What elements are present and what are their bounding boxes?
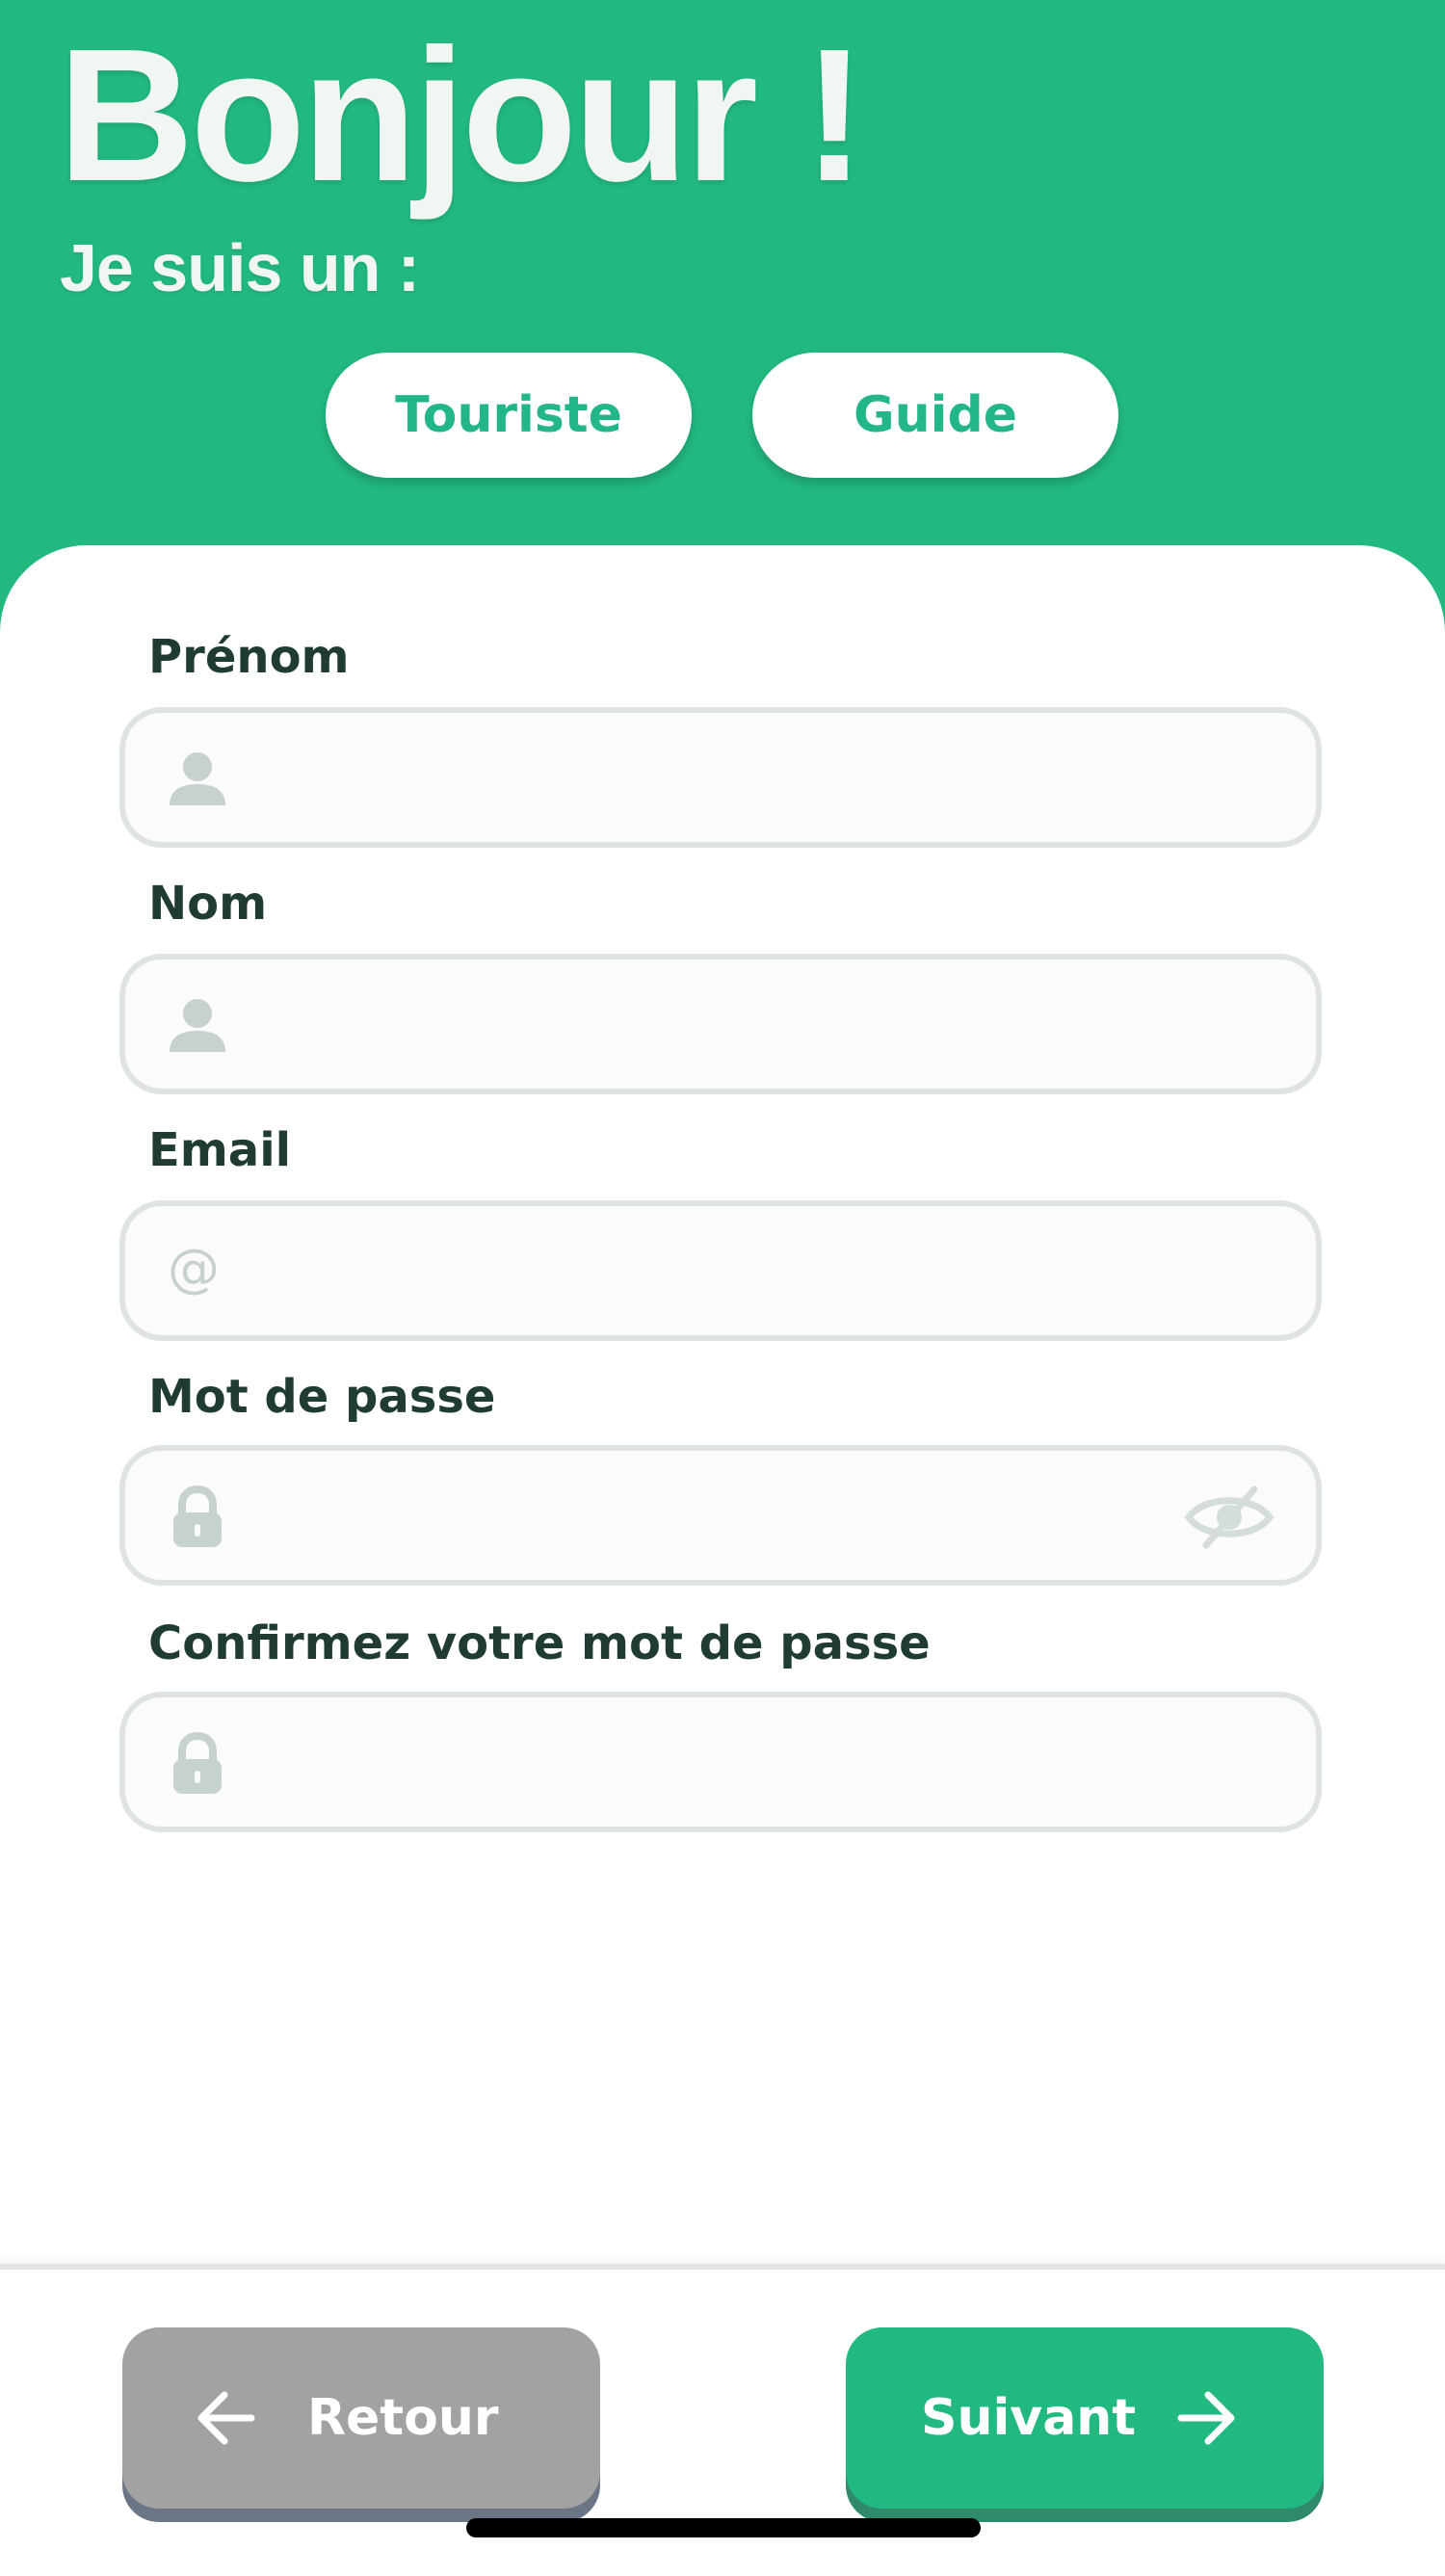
password-label: Mot de passe <box>148 1370 496 1424</box>
last-name-input[interactable] <box>250 959 1198 1091</box>
guide-button[interactable]: Guide <box>752 353 1118 478</box>
eye-slash-icon[interactable] <box>1183 1484 1275 1551</box>
confirm-password-input[interactable] <box>250 1697 1198 1828</box>
back-button[interactable]: Retour <box>122 2327 600 2509</box>
arrow-left-icon <box>197 2391 255 2445</box>
person-icon <box>170 752 225 805</box>
email-field[interactable]: @ <box>119 1200 1322 1341</box>
tourist-button[interactable]: Touriste <box>326 353 692 478</box>
first-name-label: Prénom <box>148 630 350 684</box>
email-input[interactable] <box>250 1206 1198 1337</box>
role-prompt: Je suis un : <box>60 230 420 305</box>
password-input[interactable] <box>250 1451 1198 1582</box>
last-name-label: Nom <box>148 877 268 931</box>
person-icon <box>170 999 225 1052</box>
next-button-label: Suivant <box>921 2389 1137 2447</box>
lock-icon <box>173 1485 222 1547</box>
greeting-title: Bonjour ! <box>58 10 866 221</box>
next-button[interactable]: Suivant <box>846 2327 1324 2509</box>
last-name-field[interactable] <box>119 954 1322 1094</box>
confirm-password-label: Confirmez votre mot de passe <box>148 1617 931 1670</box>
password-field[interactable] <box>119 1445 1322 1586</box>
arrow-right-icon <box>1177 2391 1235 2445</box>
confirm-password-field[interactable] <box>119 1692 1322 1832</box>
email-label: Email <box>148 1123 292 1177</box>
home-indicator <box>466 2518 981 2537</box>
first-name-field[interactable] <box>119 707 1322 848</box>
at-icon: @ <box>168 1238 220 1299</box>
back-button-label: Retour <box>307 2389 499 2447</box>
lock-icon <box>173 1732 222 1794</box>
first-name-input[interactable] <box>250 713 1198 844</box>
